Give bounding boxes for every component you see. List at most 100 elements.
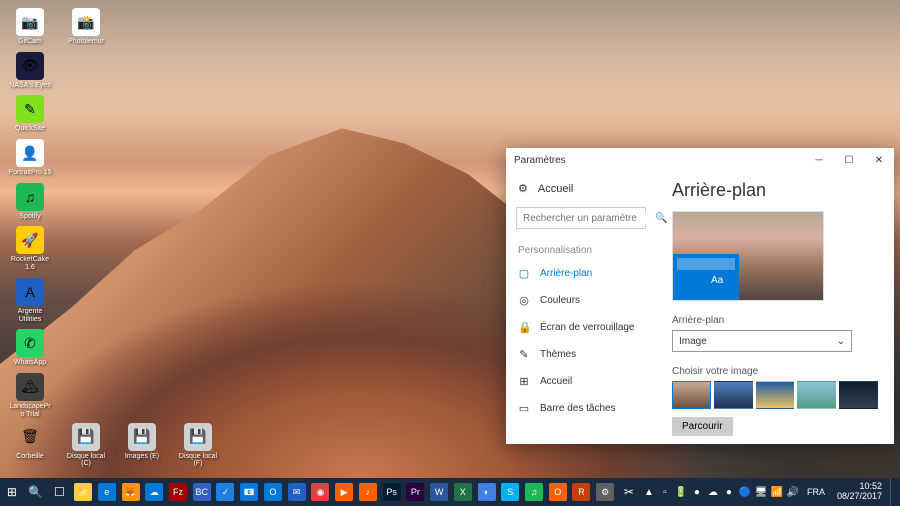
minimize-button[interactable]: ─ — [804, 148, 834, 172]
image-thumbnail[interactable] — [839, 381, 878, 409]
desktop-icon[interactable]: ✆WhatsApp — [6, 327, 54, 369]
desktop-icon[interactable]: 💾Disque local (C) — [62, 421, 110, 470]
desktop-icon[interactable]: ♫Spotify — [6, 181, 54, 223]
image-thumbnail[interactable] — [672, 381, 711, 409]
taskbar-onedrive[interactable]: ☁ — [142, 478, 166, 506]
icon-label: Images (E) — [125, 453, 159, 461]
taskbar-photoshop[interactable]: Ps — [380, 478, 404, 506]
taskbar-spotify[interactable]: ♫ — [522, 478, 546, 506]
taskbar-app2[interactable]: ◐ — [475, 478, 499, 506]
nav-item[interactable]: ◎Couleurs — [506, 287, 656, 314]
app-icon: ◐ — [478, 483, 496, 501]
desktop-icon[interactable]: ✎QuickSite — [6, 93, 54, 135]
tray-icon[interactable]: ▫ — [657, 478, 673, 506]
nav-item[interactable]: ▭ Barre des tâches — [506, 395, 656, 422]
search-box[interactable]: 🔍 — [516, 207, 646, 229]
taskbar-filezilla[interactable]: Fz — [166, 478, 190, 506]
nav-item-label: Thèmes — [540, 349, 576, 360]
nav-item[interactable]: ⊞Accueil — [506, 368, 656, 395]
background-type-dropdown[interactable]: Image ⌄ — [672, 330, 852, 352]
tray-icon[interactable]: 📶 — [769, 478, 785, 506]
tray-icon[interactable]: 🔊 — [785, 478, 801, 506]
taskbar-firefox[interactable]: 🦊 — [119, 478, 143, 506]
app-icon: S — [501, 483, 519, 501]
taskbar-mail[interactable]: 📧 — [237, 478, 261, 506]
nav-item[interactable]: ▢Arrière-plan — [506, 260, 656, 287]
app-icon: Pr — [406, 483, 424, 501]
show-desktop-button[interactable] — [890, 478, 896, 506]
tray-icon[interactable]: ● — [721, 478, 737, 506]
maximize-button[interactable]: ☐ — [834, 148, 864, 172]
tray-icon[interactable]: ▲ — [641, 478, 657, 506]
nav-item-icon: ▭ — [518, 402, 530, 415]
desktop-icon[interactable]: 🗑 Corbeille — [6, 421, 54, 470]
desktop-icon[interactable]: 📷GifCam — [6, 6, 54, 48]
desktop-icon[interactable]: 👁NASA's Eyes — [6, 50, 54, 92]
nav-item-label: Barre des tâches — [540, 403, 616, 414]
app-icon: ♪ — [359, 483, 377, 501]
taskbar-vlc[interactable]: ▶ — [332, 478, 356, 506]
preview-sample-text: Aa — [711, 275, 723, 286]
tray-icon[interactable]: 🔋 — [673, 478, 689, 506]
desktop-icon[interactable]: 👤PortraitPro 15 — [6, 137, 54, 179]
window-title: Paramètres — [514, 155, 566, 166]
desktop-icon[interactable]: 💾Disque local (F) — [174, 421, 222, 470]
taskbar-skype[interactable]: S — [498, 478, 522, 506]
browse-button[interactable]: Parcourir — [672, 417, 733, 436]
app-icon: 📁 — [74, 483, 92, 501]
nav-item[interactable]: 🔒Écran de verrouillage — [506, 314, 656, 341]
taskbar-app4[interactable]: R — [570, 478, 594, 506]
app-icon: ✆ — [16, 329, 44, 357]
image-thumbnail[interactable] — [756, 381, 795, 409]
tray-icon[interactable]: 🔵 — [737, 478, 753, 506]
choose-image-label: Choisir votre image — [672, 366, 878, 377]
icon-label: Corbeille — [16, 453, 44, 461]
icon-label: Photolemur — [68, 38, 104, 46]
app-icon: ▶ — [335, 483, 353, 501]
nav-home-label: Accueil — [538, 183, 573, 195]
desktop-icon[interactable]: 💾Images (E) — [118, 421, 166, 470]
app-icon: ✉ — [288, 483, 306, 501]
taskbar-snip[interactable]: ✂ — [617, 478, 641, 506]
taskbar-thunderbird[interactable]: ✉ — [285, 478, 309, 506]
taskbar-edge[interactable]: e — [95, 478, 119, 506]
image-thumbnail[interactable] — [714, 381, 753, 409]
taskbar-excel[interactable]: X — [451, 478, 475, 506]
taskbar-bc[interactable]: BC — [190, 478, 214, 506]
app-icon: ⚙ — [596, 483, 614, 501]
taskbar-search[interactable]: 🔍 — [24, 478, 48, 506]
nav-item[interactable]: ✎Thèmes — [506, 341, 656, 368]
taskbar-app3[interactable]: O — [546, 478, 570, 506]
preview-window: Aa — [673, 254, 739, 300]
taskbar-todo[interactable]: ✓ — [214, 478, 238, 506]
taskbar-app1[interactable]: ◉ — [309, 478, 333, 506]
tray-icon[interactable]: 🖥 — [753, 478, 769, 506]
app-icon: O — [549, 483, 567, 501]
image-thumbnail[interactable] — [797, 381, 836, 409]
search-input[interactable] — [523, 213, 655, 224]
background-preview: Aa — [672, 211, 824, 301]
desktop-icon[interactable]: AArgente Utilities — [6, 276, 54, 325]
clock[interactable]: 10:52 08/27/2017 — [831, 482, 888, 502]
desktop-icon[interactable]: 🏔LandscapePro Trial — [6, 371, 54, 420]
desktop-icon[interactable]: 🚀RocketCake 1.6 — [6, 224, 54, 273]
language-indicator[interactable]: FRA — [803, 487, 829, 497]
taskbar-task-view[interactable]: ☐ — [47, 478, 71, 506]
taskbar-settings-tb[interactable]: ⚙ — [593, 478, 617, 506]
taskbar-explorer[interactable]: 📁 — [71, 478, 95, 506]
tray-icon[interactable]: ☁ — [705, 478, 721, 506]
system-icon: 🔍 — [28, 485, 43, 499]
taskbar-music[interactable]: ♪ — [356, 478, 380, 506]
app-icon: 🦊 — [122, 483, 140, 501]
drive-icon: 🗑 — [16, 423, 44, 451]
taskbar-premiere[interactable]: Pr — [403, 478, 427, 506]
nav-home[interactable]: ⚙ Accueil — [506, 176, 656, 201]
taskbar-word[interactable]: W — [427, 478, 451, 506]
close-button[interactable]: ✕ — [864, 148, 894, 172]
desktop-icon[interactable]: 📸Photolemur — [62, 6, 110, 48]
taskbar-outlook[interactable]: O — [261, 478, 285, 506]
app-icon: R — [572, 483, 590, 501]
nav-item-icon: ◎ — [518, 294, 530, 307]
tray-icon[interactable]: ● — [689, 478, 705, 506]
taskbar-start[interactable]: ⊞ — [0, 478, 24, 506]
